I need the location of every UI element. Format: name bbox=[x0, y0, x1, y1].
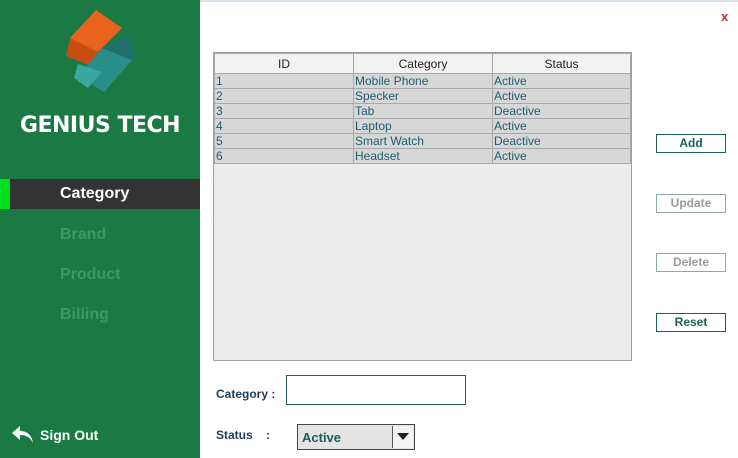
sign-out-button[interactable]: Sign Out bbox=[10, 421, 98, 449]
cell-id: 4 bbox=[214, 118, 354, 134]
cell-id: 5 bbox=[214, 133, 354, 149]
cell-category: Mobile Phone bbox=[353, 73, 493, 89]
brand-name: GENIUS TECH bbox=[19, 113, 181, 138]
sidebar-item-label: Category bbox=[60, 185, 130, 202]
cell-id: 3 bbox=[214, 103, 354, 119]
sign-out-label: Sign Out bbox=[40, 427, 99, 443]
cell-id: 1 bbox=[214, 73, 354, 89]
category-field-label: Category : bbox=[216, 387, 276, 401]
sidebar-item-label: Billing bbox=[60, 306, 109, 323]
cell-status: Deactive bbox=[492, 133, 631, 149]
table-row[interactable]: 6 Headset Active bbox=[214, 148, 631, 164]
table-row[interactable]: 2 Specker Active bbox=[214, 88, 631, 104]
sidebar-item-product[interactable]: Product bbox=[0, 260, 200, 290]
table-header-row: ID Category Status bbox=[214, 53, 631, 74]
cell-status: Deactive bbox=[492, 103, 631, 119]
table-row[interactable]: 3 Tab Deactive bbox=[214, 103, 631, 119]
status-select[interactable]: Active bbox=[297, 424, 415, 450]
cell-id: 2 bbox=[214, 88, 354, 104]
category-table[interactable]: ID Category Status 1 Mobile Phone Active… bbox=[213, 52, 632, 361]
cell-category: Tab bbox=[353, 103, 493, 119]
cell-category: Headset bbox=[353, 148, 493, 164]
active-marker bbox=[0, 179, 10, 209]
cell-status: Active bbox=[492, 88, 631, 104]
column-header-id[interactable]: ID bbox=[214, 53, 354, 74]
cell-status: Active bbox=[492, 73, 631, 89]
close-button[interactable]: x bbox=[721, 9, 728, 24]
table-row[interactable]: 5 Smart Watch Deactive bbox=[214, 133, 631, 149]
dropdown-button[interactable] bbox=[392, 426, 413, 448]
cell-category: Laptop bbox=[353, 118, 493, 134]
sidebar-item-label: Product bbox=[60, 266, 121, 283]
column-header-category[interactable]: Category bbox=[353, 53, 493, 74]
back-arrow-icon bbox=[12, 426, 33, 443]
brand-logo bbox=[66, 10, 136, 92]
cell-id: 6 bbox=[214, 148, 354, 164]
status-select-value: Active bbox=[302, 430, 342, 445]
column-header-status[interactable]: Status bbox=[492, 53, 631, 74]
cell-status: Active bbox=[492, 118, 631, 134]
sidebar-item-label: Brand bbox=[60, 226, 107, 243]
sidebar: GENIUS TECH Category Brand Product Billi… bbox=[0, 0, 200, 458]
chevron-down-icon bbox=[397, 433, 409, 440]
cell-status: Active bbox=[492, 148, 631, 164]
status-field-label: Status : bbox=[216, 428, 271, 442]
sidebar-item-billing[interactable]: Billing bbox=[0, 300, 200, 330]
sidebar-item-category[interactable]: Category bbox=[0, 179, 200, 209]
delete-button[interactable]: Delete bbox=[656, 253, 726, 272]
cell-category: Specker bbox=[353, 88, 493, 104]
add-button[interactable]: Add bbox=[656, 134, 726, 153]
table-row[interactable]: 4 Laptop Active bbox=[214, 118, 631, 134]
category-input[interactable] bbox=[286, 375, 466, 405]
reset-button[interactable]: Reset bbox=[656, 313, 726, 332]
sidebar-item-brand[interactable]: Brand bbox=[0, 220, 200, 250]
table-row[interactable]: 1 Mobile Phone Active bbox=[214, 73, 631, 89]
update-button[interactable]: Update bbox=[656, 194, 726, 213]
cell-category: Smart Watch bbox=[353, 133, 493, 149]
